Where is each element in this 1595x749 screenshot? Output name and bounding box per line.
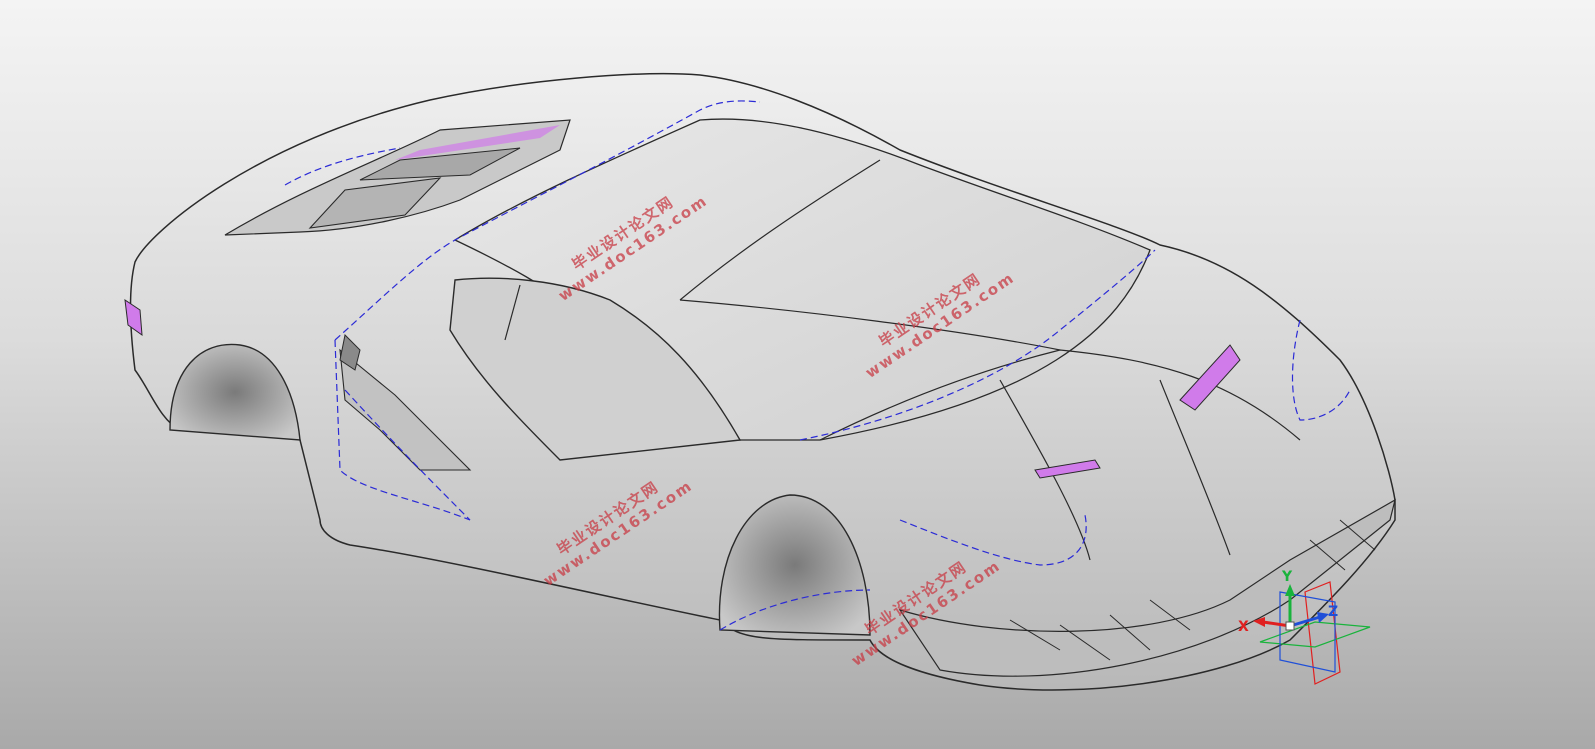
axis-y-label: Y: [1282, 569, 1293, 585]
cad-viewport[interactable]: 毕业设计论文网 www.doc163.com 毕业设计论文网 www.doc163.…: [0, 0, 1595, 749]
coordinate-triad-icon[interactable]: [1245, 572, 1385, 702]
axis-z-label: Z: [1328, 604, 1339, 620]
axis-x-label: X: [1238, 619, 1249, 635]
